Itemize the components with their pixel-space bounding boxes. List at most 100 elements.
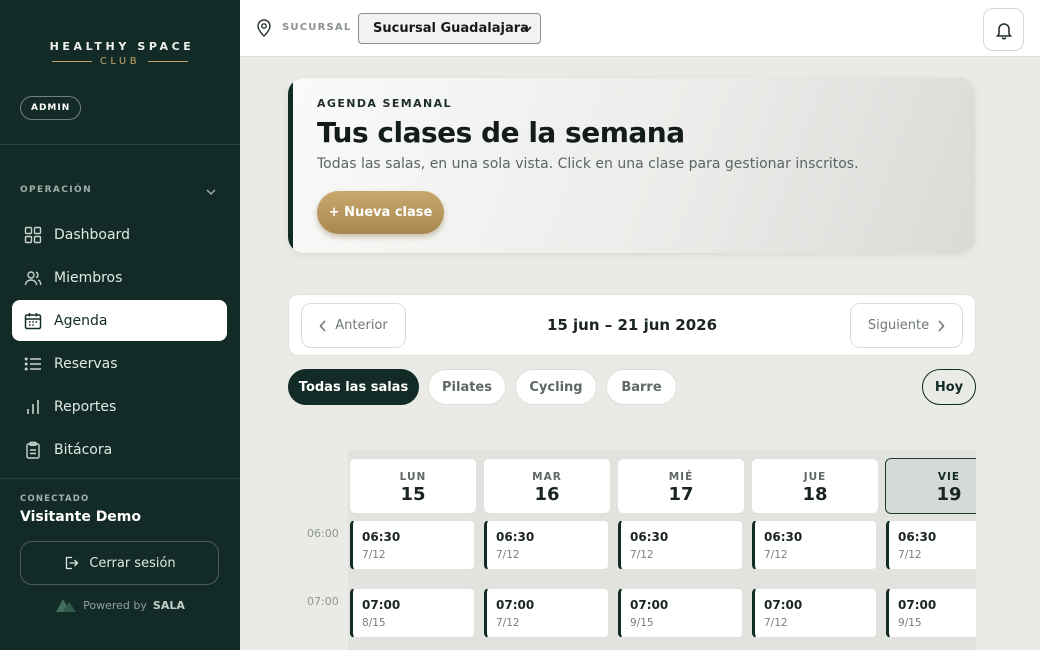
brand-name: HEALTHY SPACE xyxy=(49,40,195,53)
class-capacity: 7/12 xyxy=(764,617,788,629)
nav-section-title[interactable]: OPERACIÓN xyxy=(20,185,92,195)
chevron-down-icon xyxy=(522,26,532,33)
clipboard-icon xyxy=(26,441,40,459)
day-number: 17 xyxy=(668,484,694,505)
branch-label: SUCURSAL xyxy=(282,22,352,33)
calendar-icon xyxy=(24,312,42,329)
class-time: 06:30 xyxy=(764,530,803,544)
class-time: 07:00 xyxy=(496,598,535,612)
sidebar-item-dashboard[interactable]: Dashboard xyxy=(12,214,227,255)
class-slot[interactable]: 06:30 7/12 xyxy=(752,520,877,570)
hero-accent-bar xyxy=(288,78,293,253)
sidebar-item-bitacora[interactable]: Bitácora xyxy=(12,429,227,470)
time-label: 07:00 xyxy=(307,595,339,608)
class-time: 07:00 xyxy=(898,598,937,612)
new-class-button[interactable]: + Nueva clase xyxy=(317,191,444,234)
sidebar-item-agenda[interactable]: Agenda xyxy=(12,300,227,341)
class-capacity: 8/15 xyxy=(362,617,386,629)
class-time: 07:00 xyxy=(764,598,803,612)
sidebar-item-reportes[interactable]: Reportes xyxy=(12,386,227,427)
user-name: Visitante Demo xyxy=(20,509,142,525)
powered-by: Powered by SALA xyxy=(0,597,240,613)
class-slot[interactable]: 06:30 7/12 xyxy=(484,520,609,570)
powered-prefix: Powered by xyxy=(83,598,147,612)
brand-subname: CLUB xyxy=(99,56,141,67)
class-capacity: 7/12 xyxy=(496,549,520,561)
class-slot[interactable]: 06:30 7/12 xyxy=(618,520,743,570)
grid-icon xyxy=(24,226,42,243)
sidebar-item-label: Bitácora xyxy=(54,441,113,458)
class-time: 06:30 xyxy=(630,530,669,544)
class-time: 06:30 xyxy=(898,530,937,544)
logout-icon xyxy=(66,556,79,570)
notifications-button[interactable] xyxy=(983,8,1024,51)
hero-card: AGENDA SEMANAL Tus clases de la semana T… xyxy=(288,78,975,253)
time-label: 06:00 xyxy=(307,527,339,540)
next-week-label: Siguiente xyxy=(867,318,930,333)
class-capacity: 9/15 xyxy=(630,617,654,629)
day-header-wed: MIÉ 17 xyxy=(617,458,745,514)
day-number: 16 xyxy=(534,484,560,505)
class-capacity: 7/12 xyxy=(496,617,520,629)
brand-logo[interactable]: HEALTHY SPACE CLUB xyxy=(0,40,240,67)
day-number: 18 xyxy=(802,484,828,505)
day-name: VIE xyxy=(937,471,961,483)
day-number: 15 xyxy=(400,484,426,505)
bar-chart-icon xyxy=(27,399,39,414)
logout-button[interactable]: Cerrar sesión xyxy=(20,541,219,585)
class-capacity: 7/12 xyxy=(764,549,788,561)
filter-chip-barre[interactable]: Barre xyxy=(606,369,677,405)
day-header-mon: LUN 15 xyxy=(349,458,477,514)
class-time: 06:30 xyxy=(496,530,535,544)
class-slot[interactable]: 07:00 7/12 xyxy=(752,588,877,638)
class-time: 07:00 xyxy=(630,598,669,612)
filter-chip-pilates[interactable]: Pilates xyxy=(428,369,506,405)
location-pin-icon xyxy=(257,19,271,37)
logo-divider xyxy=(148,61,189,62)
sidebar-item-label: Reportes xyxy=(54,398,117,415)
divider xyxy=(0,144,240,145)
week-calendar: LUN 15 MAR 16 MIÉ 17 JUE 18 VIE 19 06:00… xyxy=(288,450,976,650)
list-icon xyxy=(24,357,41,370)
logo-divider xyxy=(51,61,92,62)
filter-chip-cycling[interactable]: Cycling xyxy=(515,369,597,405)
sidebar-item-label: Dashboard xyxy=(54,226,130,243)
sidebar: HEALTHY SPACE CLUB ADMIN OPERACIÓN Dashb… xyxy=(0,0,240,650)
sidebar-item-reservas[interactable]: Reservas xyxy=(12,343,227,384)
divider xyxy=(0,478,240,479)
class-capacity: 7/12 xyxy=(898,549,922,561)
page-description: Todas las salas, en una sola vista. Clic… xyxy=(317,156,859,172)
class-slot[interactable]: 06:30 7/12 xyxy=(350,520,475,570)
day-name: MAR xyxy=(532,471,562,483)
day-number: 19 xyxy=(936,484,962,505)
sidebar-item-label: Miembros xyxy=(54,269,123,286)
class-capacity: 7/12 xyxy=(362,549,386,561)
chevron-down-icon[interactable] xyxy=(205,186,217,198)
role-badge: ADMIN xyxy=(20,96,82,120)
today-button[interactable]: Hoy xyxy=(922,369,976,405)
class-slot[interactable]: 06:30 7/12 xyxy=(886,520,976,570)
sidebar-item-label: Agenda xyxy=(54,312,108,329)
sala-logo-icon xyxy=(56,599,77,612)
next-week-button[interactable]: Siguiente xyxy=(850,303,963,348)
class-capacity: 9/15 xyxy=(898,617,922,629)
day-name: LUN xyxy=(399,471,427,483)
chevron-right-icon xyxy=(938,319,945,332)
branch-select[interactable]: Sucursal Guadalajara xyxy=(358,13,541,44)
day-header-tue: MAR 16 xyxy=(483,458,611,514)
day-name: JUE xyxy=(803,471,827,483)
bell-icon xyxy=(995,22,1012,39)
class-capacity: 7/12 xyxy=(630,549,654,561)
users-icon xyxy=(24,270,42,285)
week-navigator: Anterior 15 jun – 21 jun 2026 Siguiente xyxy=(288,294,976,356)
top-bar: SUCURSAL Sucursal Guadalajara xyxy=(240,0,1040,57)
sidebar-item-miembros[interactable]: Miembros xyxy=(12,257,227,298)
branch-select-value: Sucursal Guadalajara xyxy=(373,21,529,36)
class-slot[interactable]: 07:00 9/15 xyxy=(886,588,976,638)
class-slot[interactable]: 07:00 9/15 xyxy=(618,588,743,638)
day-header-fri-today: VIE 19 xyxy=(885,458,976,514)
filter-chip-all-rooms[interactable]: Todas las salas xyxy=(288,369,419,405)
class-slot[interactable]: 07:00 7/12 xyxy=(484,588,609,638)
day-header-thu: JUE 18 xyxy=(751,458,879,514)
class-slot[interactable]: 07:00 8/15 xyxy=(350,588,475,638)
